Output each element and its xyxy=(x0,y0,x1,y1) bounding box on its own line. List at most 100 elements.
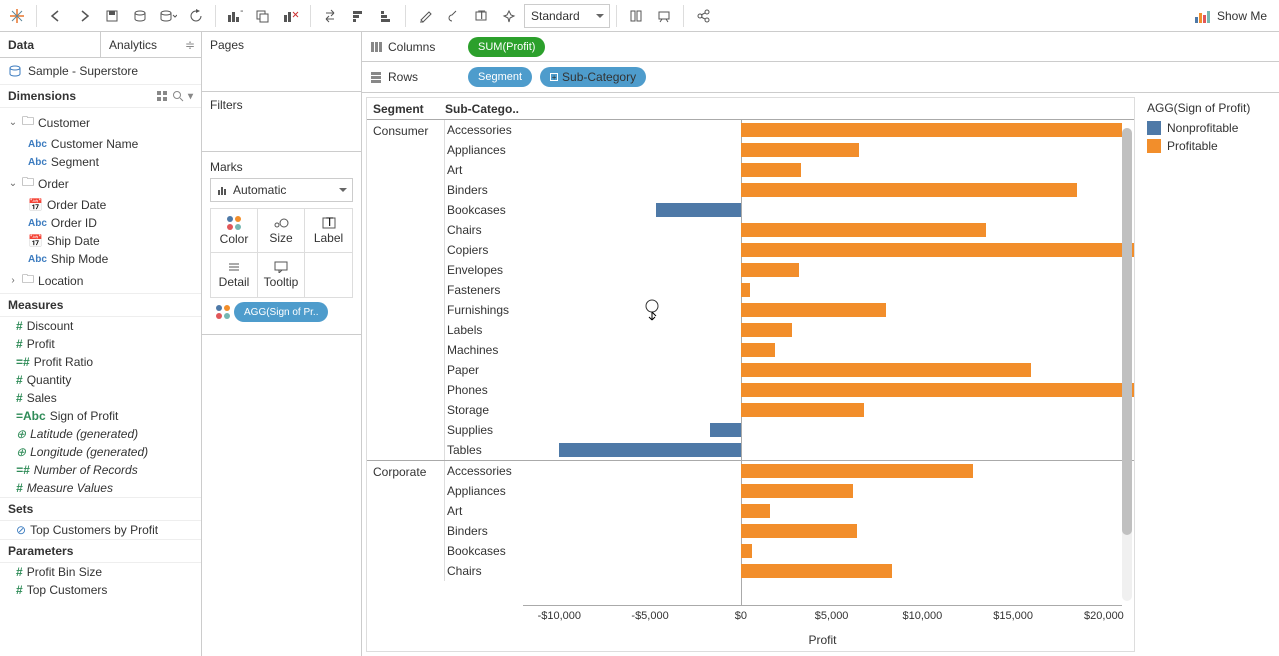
meas-latitude[interactable]: ⊕Latitude (generated) xyxy=(0,425,201,443)
meas-discount[interactable]: #Discount xyxy=(0,317,201,335)
param-top-customers[interactable]: #Top Customers xyxy=(0,581,201,599)
new-datasource-icon[interactable] xyxy=(127,3,153,29)
bar[interactable] xyxy=(741,564,892,578)
presentation-icon[interactable] xyxy=(651,3,677,29)
color-pill[interactable]: AGG(Sign of Pr.. xyxy=(234,302,328,322)
meas-sign-of-profit[interactable]: =AbcSign of Profit xyxy=(0,407,201,425)
bar[interactable] xyxy=(741,484,854,498)
color-legend[interactable]: AGG(Sign of Profit) Nonprofitable Profit… xyxy=(1139,93,1279,656)
data-row[interactable]: Furnishings xyxy=(445,300,1134,320)
data-row[interactable]: Appliances xyxy=(445,140,1134,160)
back-icon[interactable] xyxy=(43,3,69,29)
bar[interactable] xyxy=(741,524,857,538)
mark-detail-button[interactable]: Detail xyxy=(211,253,258,297)
color-pill-row[interactable]: AGG(Sign of Pr.. xyxy=(210,298,353,326)
rows-pill-subcategory[interactable]: +Sub-Category xyxy=(540,67,646,87)
filters-shelf[interactable]: Filters xyxy=(202,92,361,152)
data-row[interactable]: Chairs xyxy=(445,220,1134,240)
tab-data[interactable]: Data xyxy=(0,32,101,57)
chart-scrollbar[interactable] xyxy=(1122,128,1132,601)
data-row[interactable]: Tables xyxy=(445,440,1134,460)
legend-item-nonprofitable[interactable]: Nonprofitable xyxy=(1147,121,1271,135)
data-row[interactable]: Art xyxy=(445,160,1134,180)
bar[interactable] xyxy=(741,223,986,237)
folder-location[interactable]: ›🗀Location xyxy=(0,268,201,293)
tab-analytics[interactable]: Analytics≑ xyxy=(101,32,201,57)
bar[interactable] xyxy=(741,183,1077,197)
datasource-dropdown-icon[interactable] xyxy=(155,3,181,29)
attach-icon[interactable] xyxy=(440,3,466,29)
refresh-icon[interactable] xyxy=(183,3,209,29)
mark-size-button[interactable]: Size xyxy=(258,209,305,253)
set-top-customers[interactable]: ⊘Top Customers by Profit xyxy=(0,521,201,539)
folder-customer[interactable]: ⌄🗀Customer xyxy=(0,110,201,135)
sort-desc-icon[interactable] xyxy=(373,3,399,29)
clear-sheet-icon[interactable] xyxy=(278,3,304,29)
data-row[interactable]: Accessories xyxy=(445,120,1134,140)
data-row[interactable]: Copiers xyxy=(445,240,1134,260)
show-me-button[interactable]: Show Me xyxy=(1187,3,1275,29)
pin-icon[interactable] xyxy=(496,3,522,29)
bar[interactable] xyxy=(741,283,750,297)
bar[interactable] xyxy=(741,544,752,558)
save-icon[interactable] xyxy=(99,3,125,29)
data-row[interactable]: Bookcases xyxy=(445,200,1134,220)
meas-profit-ratio[interactable]: =#Profit Ratio xyxy=(0,353,201,371)
data-row[interactable]: Appliances xyxy=(445,481,1134,501)
swap-icon[interactable] xyxy=(317,3,343,29)
chart-canvas[interactable]: Segment Sub-Catego.. ConsumerAccessories… xyxy=(366,97,1135,652)
mark-label-button[interactable]: TLabel xyxy=(305,209,352,253)
bar[interactable] xyxy=(741,403,864,417)
folder-order[interactable]: ⌄🗀Order xyxy=(0,171,201,196)
data-row[interactable]: Phones xyxy=(445,380,1134,400)
forward-icon[interactable] xyxy=(71,3,97,29)
bar[interactable] xyxy=(741,263,799,277)
bar[interactable] xyxy=(559,443,741,457)
new-worksheet-icon[interactable]: + xyxy=(222,3,248,29)
data-row[interactable]: Binders xyxy=(445,521,1134,541)
data-row[interactable]: Fasteners xyxy=(445,280,1134,300)
bar[interactable] xyxy=(741,163,801,177)
param-profit-bin[interactable]: #Profit Bin Size xyxy=(0,563,201,581)
datasource-row[interactable]: Sample - Superstore xyxy=(0,58,201,85)
data-row[interactable]: Machines xyxy=(445,340,1134,360)
bar[interactable] xyxy=(656,203,741,217)
bar[interactable] xyxy=(741,363,1031,377)
data-row[interactable]: Binders xyxy=(445,180,1134,200)
bar[interactable] xyxy=(741,303,886,317)
bar[interactable] xyxy=(741,504,770,518)
mark-tooltip-button[interactable]: Tooltip xyxy=(258,253,305,297)
data-row[interactable]: Chairs xyxy=(445,561,1134,581)
share-icon[interactable] xyxy=(690,3,716,29)
dim-order-date[interactable]: 📅Order Date xyxy=(0,196,201,214)
data-row[interactable]: Paper xyxy=(445,360,1134,380)
meas-profit[interactable]: #Profit xyxy=(0,335,201,353)
rows-shelf[interactable]: Rows Segment +Sub-Category xyxy=(362,62,1279,92)
data-row[interactable]: Art xyxy=(445,501,1134,521)
bar[interactable] xyxy=(741,464,973,478)
data-row[interactable]: Supplies xyxy=(445,420,1134,440)
mark-color-button[interactable]: Color xyxy=(211,209,258,253)
mark-type-select[interactable]: Automatic xyxy=(210,178,353,202)
dim-ship-date[interactable]: 📅Ship Date xyxy=(0,232,201,250)
meas-longitude[interactable]: ⊕Longitude (generated) xyxy=(0,443,201,461)
show-labels-icon[interactable]: T xyxy=(468,3,494,29)
legend-item-profitable[interactable]: Profitable xyxy=(1147,139,1271,153)
dim-segment[interactable]: AbcSegment xyxy=(0,153,201,171)
data-row[interactable]: Envelopes xyxy=(445,260,1134,280)
dim-customer-name[interactable]: AbcCustomer Name xyxy=(0,135,201,153)
meas-quantity[interactable]: #Quantity xyxy=(0,371,201,389)
show-cards-icon[interactable] xyxy=(623,3,649,29)
pages-shelf[interactable]: Pages xyxy=(202,32,361,92)
duplicate-sheet-icon[interactable] xyxy=(250,3,276,29)
bar[interactable] xyxy=(741,243,1134,257)
data-row[interactable]: Bookcases xyxy=(445,541,1134,561)
sort-asc-icon[interactable] xyxy=(345,3,371,29)
dim-order-id[interactable]: AbcOrder ID xyxy=(0,214,201,232)
fit-select[interactable]: Standard xyxy=(524,4,610,28)
view-icon[interactable] xyxy=(156,90,168,102)
columns-shelf[interactable]: Columns SUM(Profit) xyxy=(362,32,1279,62)
bar[interactable] xyxy=(741,123,1122,137)
meas-sales[interactable]: #Sales xyxy=(0,389,201,407)
data-row[interactable]: Labels xyxy=(445,320,1134,340)
